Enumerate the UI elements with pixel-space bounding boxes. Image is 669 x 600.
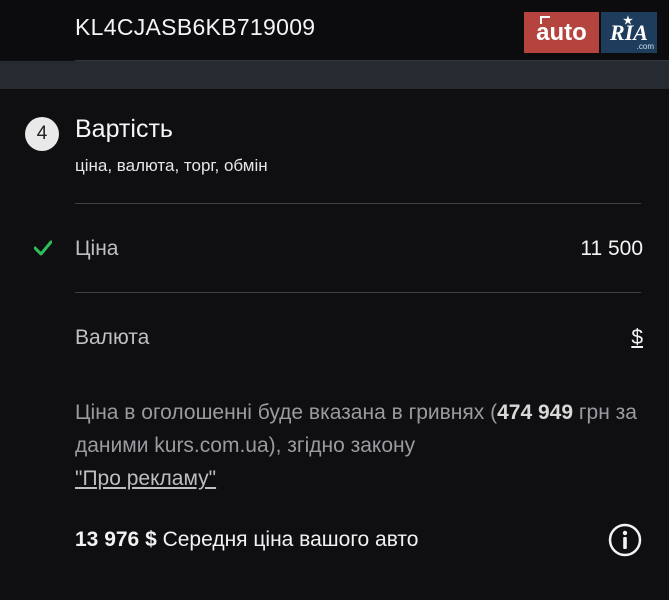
auto-ria-logo-ria[interactable]: ★ RIA .com [601, 12, 657, 53]
step-number-badge: 4 [25, 117, 59, 151]
info-icon[interactable] [608, 523, 642, 557]
average-price-label: Середня ціна вашого авто [156, 528, 419, 551]
advertising-law-link[interactable]: "Про рекламу" [75, 467, 216, 490]
price-label: Ціна [75, 237, 119, 260]
average-price-amount: 13 976 $ [75, 528, 157, 551]
section-subtitle: ціна, валюта, торг, обмін [75, 156, 268, 175]
average-price: 13 976 $ Середня ціна вашого авто [75, 528, 418, 552]
currency-select[interactable]: $ [631, 326, 643, 350]
section-title: Вартість [75, 115, 173, 143]
price-note: Ціна в оголошенні буде вказана в гривнях… [75, 396, 650, 495]
section-band [0, 61, 669, 89]
divider [75, 292, 641, 293]
note-text-before: Ціна в оголошенні буде вказана в гривнях… [75, 401, 498, 424]
logo-ria-sub-text: .com [636, 42, 654, 51]
price-value[interactable]: 11 500 [580, 237, 643, 261]
note-amount: 474 949 [497, 401, 574, 424]
top-bar: KL4CJASB6KB719009 auto ★ RIA .com [0, 0, 669, 60]
divider [75, 203, 641, 204]
currency-label: Валюта [75, 326, 150, 349]
checkmark-icon [34, 240, 52, 256]
vin-text: KL4CJASB6KB719009 [75, 14, 316, 40]
auto-ria-logo-auto[interactable]: auto [524, 12, 599, 53]
star-icon: ★ [623, 15, 633, 27]
logo-mark-icon [540, 16, 550, 24]
